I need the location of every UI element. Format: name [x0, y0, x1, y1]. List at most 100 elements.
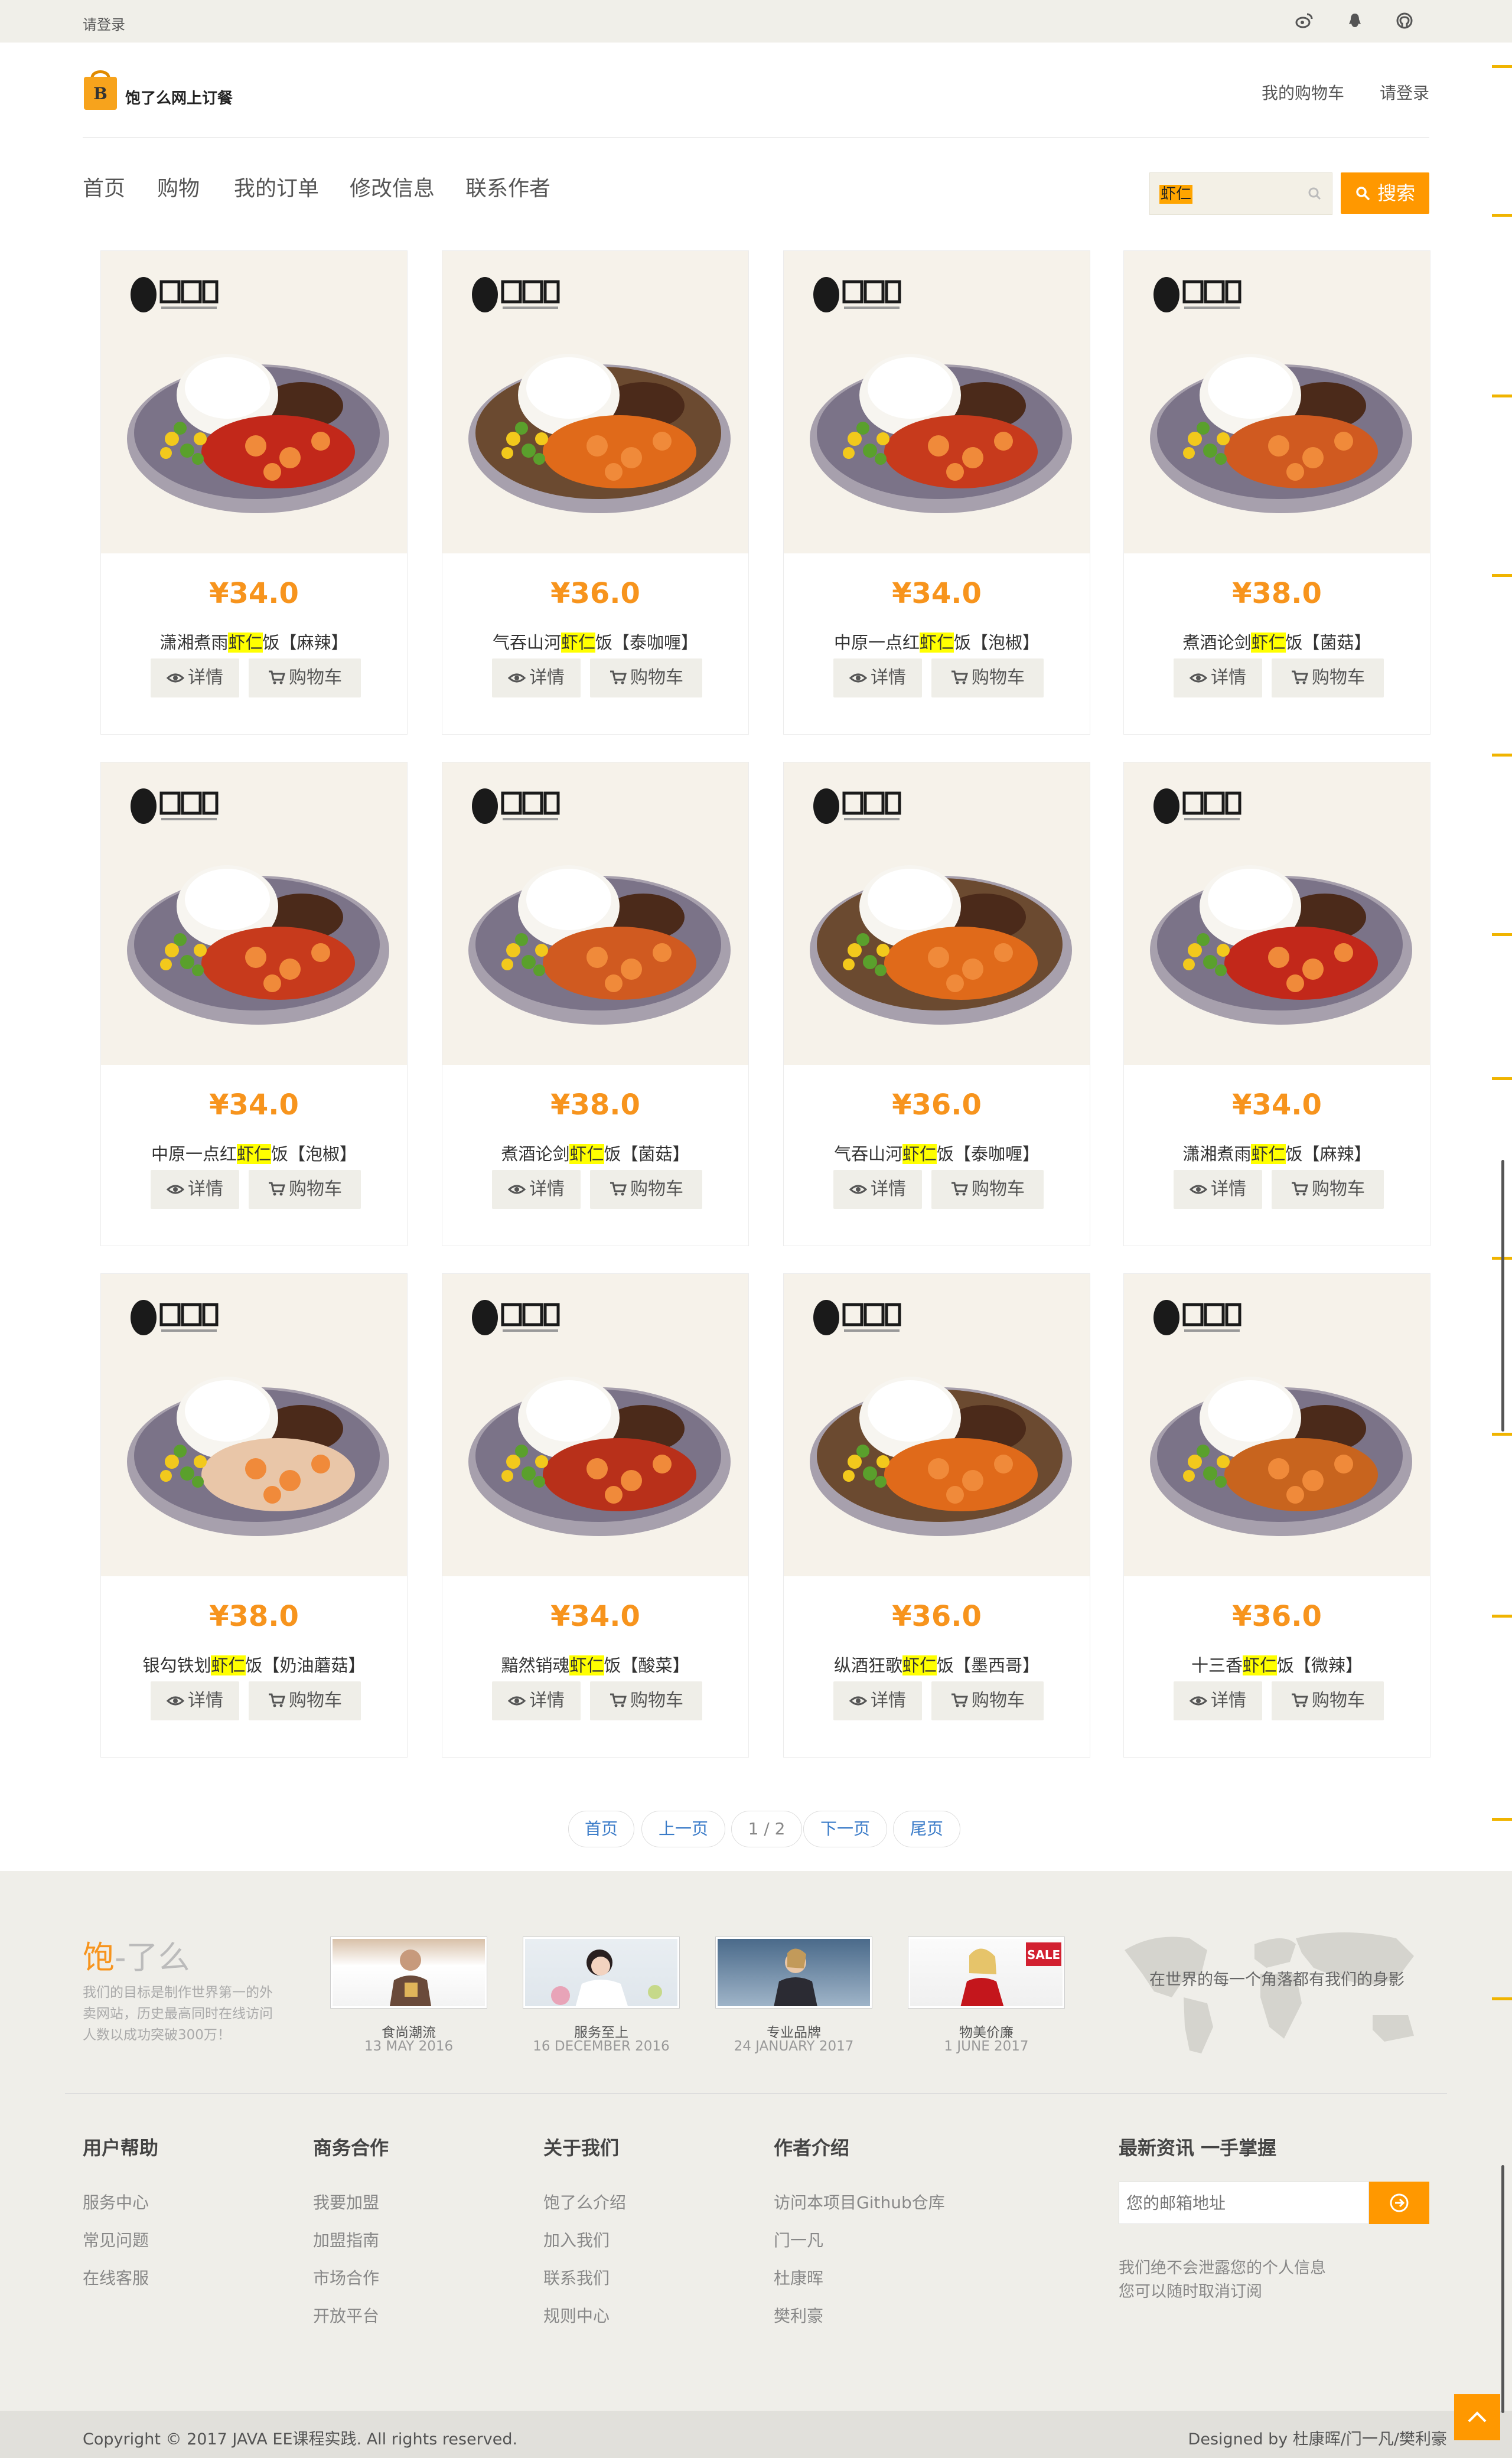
- detail-button[interactable]: 详情: [833, 658, 922, 697]
- search-button[interactable]: 搜索: [1341, 172, 1429, 214]
- footer-link-online-support[interactable]: 在线客服: [83, 2265, 149, 2289]
- product-card[interactable]: ¥34.0 潇湘煮雨虾仁饭【麻辣】 详情 购物车: [100, 250, 408, 735]
- detail-button[interactable]: 详情: [151, 1681, 239, 1720]
- footer-link-join-us[interactable]: 加入我们: [543, 2228, 610, 2251]
- detail-button[interactable]: 详情: [492, 658, 581, 697]
- add-to-cart-button[interactable]: 购物车: [590, 1681, 702, 1720]
- nav-contact-author[interactable]: 联系作者: [465, 171, 550, 202]
- dish-image[interactable]: [1124, 251, 1430, 553]
- detail-button[interactable]: 详情: [492, 1681, 581, 1720]
- detail-button[interactable]: 详情: [151, 658, 239, 697]
- brand-mark-icon: [131, 277, 219, 312]
- footer-link-intro[interactable]: 饱了么介绍: [543, 2190, 626, 2213]
- product-card[interactable]: ¥38.0 煮酒论剑虾仁饭【菌菇】 详情 购物车: [1123, 250, 1430, 735]
- dish-image[interactable]: [101, 1274, 407, 1576]
- add-to-cart-button[interactable]: 购物车: [931, 658, 1044, 697]
- detail-button[interactable]: 详情: [492, 1170, 581, 1209]
- dish-image[interactable]: [442, 1274, 748, 1576]
- detail-button[interactable]: 详情: [833, 1681, 922, 1720]
- footer-link-contact[interactable]: 联系我们: [543, 2265, 610, 2289]
- pager-first[interactable]: 首页: [568, 1811, 634, 1847]
- dish-image[interactable]: [784, 1274, 1090, 1576]
- add-to-cart-button[interactable]: 购物车: [249, 1681, 361, 1720]
- thumb-image-2[interactable]: [523, 1937, 679, 2008]
- pager-prev[interactable]: 上一页: [641, 1811, 725, 1847]
- add-to-cart-button[interactable]: 购物车: [1272, 1681, 1384, 1720]
- add-to-cart-button[interactable]: 购物车: [590, 658, 702, 697]
- nav-shopping[interactable]: 购物: [157, 171, 200, 202]
- product-card[interactable]: ¥36.0 气吞山河虾仁饭【泰咖喱】 详情 购物车: [442, 250, 749, 735]
- add-to-cart-button[interactable]: 购物车: [931, 1681, 1044, 1720]
- detail-button[interactable]: 详情: [1174, 658, 1262, 697]
- dish-image[interactable]: [442, 251, 748, 553]
- subscribe-button[interactable]: [1369, 2182, 1429, 2224]
- scrollbar-thumb-2[interactable]: [1501, 2165, 1504, 2413]
- product-card[interactable]: ¥34.0 中原一点红虾仁饭【泡椒】 详情 购物车: [783, 250, 1090, 735]
- back-to-top-button[interactable]: [1454, 2394, 1500, 2440]
- product-card[interactable]: ¥34.0 黯然销魂虾仁饭【酸菜】 详情 购物车: [442, 1273, 749, 1758]
- dish-image[interactable]: [101, 251, 407, 553]
- add-to-cart-button[interactable]: 购物车: [931, 1170, 1044, 1209]
- search-field[interactable]: 虾仁: [1149, 172, 1332, 215]
- product-card[interactable]: ¥36.0 十三香虾仁饭【微辣】 详情 购物车: [1123, 1273, 1430, 1758]
- detail-button[interactable]: 详情: [833, 1170, 922, 1209]
- scrollbar-thumb[interactable]: [1501, 1160, 1504, 1432]
- footer-link-service-center[interactable]: 服务中心: [83, 2190, 149, 2213]
- add-to-cart-button[interactable]: 购物车: [249, 1170, 361, 1209]
- weibo-icon[interactable]: [1295, 12, 1314, 34]
- detail-button[interactable]: 详情: [151, 1170, 239, 1209]
- product-card[interactable]: ¥34.0 中原一点红虾仁饭【泡椒】 详情 购物车: [100, 762, 408, 1246]
- edge-marker: [1492, 65, 1512, 68]
- footer-link-faq[interactable]: 常见问题: [83, 2228, 149, 2251]
- qq-icon[interactable]: [1345, 12, 1364, 34]
- nav-my-orders[interactable]: 我的订单: [234, 171, 319, 202]
- edge-marker: [1492, 574, 1512, 577]
- brand-mark-icon: [1153, 1300, 1241, 1335]
- footer-link-join-guide[interactable]: 加盟指南: [313, 2228, 379, 2251]
- add-to-cart-button[interactable]: 购物车: [249, 658, 361, 697]
- search-input[interactable]: 虾仁: [1159, 185, 1193, 204]
- add-to-cart-button[interactable]: 购物车: [1272, 658, 1384, 697]
- footer-link-market[interactable]: 市场合作: [313, 2265, 379, 2289]
- header-login-link[interactable]: 请登录: [1380, 80, 1429, 104]
- dish-image[interactable]: [101, 762, 407, 1065]
- dish-image[interactable]: [1124, 762, 1430, 1065]
- dish-image[interactable]: [442, 762, 748, 1065]
- add-to-cart-button[interactable]: 购物车: [590, 1170, 702, 1209]
- footer-link-rules[interactable]: 规则中心: [543, 2303, 610, 2327]
- footer-link-author-2[interactable]: 杜康晖: [774, 2265, 823, 2289]
- product-card[interactable]: ¥38.0 银勾铁划虾仁饭【奶油蘑菇】 详情 购物车: [100, 1273, 408, 1758]
- detail-button[interactable]: 详情: [1174, 1170, 1262, 1209]
- pager-next[interactable]: 下一页: [803, 1811, 887, 1847]
- brand-mark-icon: [813, 788, 901, 824]
- footer-col-title-business: 商务合作: [313, 2137, 389, 2159]
- logo-text[interactable]: 饱了么网上订餐: [125, 86, 233, 108]
- footer-col-title-authors: 作者介绍: [774, 2137, 850, 2159]
- footer-link-author-1[interactable]: 门一凡: [774, 2228, 823, 2251]
- product-card[interactable]: ¥38.0 煮酒论剑虾仁饭【菌菇】 详情 购物车: [442, 762, 749, 1246]
- product-card[interactable]: ¥36.0 纵酒狂歌虾仁饭【墨西哥】 详情 购物车: [783, 1273, 1090, 1758]
- brand-mark-icon: [131, 1300, 219, 1335]
- footer-link-author-3[interactable]: 樊利豪: [774, 2303, 823, 2327]
- top-login-link[interactable]: 请登录: [83, 13, 125, 34]
- dish-image[interactable]: [1124, 1274, 1430, 1576]
- nav-edit-info[interactable]: 修改信息: [350, 171, 435, 202]
- thumb-image-1[interactable]: [331, 1937, 487, 2008]
- pager-last[interactable]: 尾页: [893, 1811, 960, 1847]
- footer-link-github[interactable]: 访问本项目Github仓库: [774, 2190, 945, 2213]
- thumb-image-3[interactable]: [716, 1937, 872, 2008]
- product-card[interactable]: ¥34.0 潇湘煮雨虾仁饭【麻辣】 详情 购物车: [1123, 762, 1430, 1246]
- github-icon[interactable]: [1395, 12, 1414, 34]
- dish-image[interactable]: [784, 762, 1090, 1065]
- logo-bag-icon[interactable]: B: [83, 66, 118, 111]
- my-cart-link[interactable]: 我的购物车: [1262, 80, 1344, 104]
- product-card[interactable]: ¥36.0 气吞山河虾仁饭【泰咖喱】 详情 购物车: [783, 762, 1090, 1246]
- email-field[interactable]: [1119, 2182, 1368, 2224]
- footer-link-open-platform[interactable]: 开放平台: [313, 2303, 379, 2327]
- thumb-image-4[interactable]: SALE: [908, 1937, 1064, 2008]
- dish-image[interactable]: [784, 251, 1090, 553]
- detail-button[interactable]: 详情: [1174, 1681, 1262, 1720]
- nav-home[interactable]: 首页: [83, 171, 125, 202]
- footer-link-join[interactable]: 我要加盟: [313, 2190, 379, 2213]
- add-to-cart-button[interactable]: 购物车: [1272, 1170, 1384, 1209]
